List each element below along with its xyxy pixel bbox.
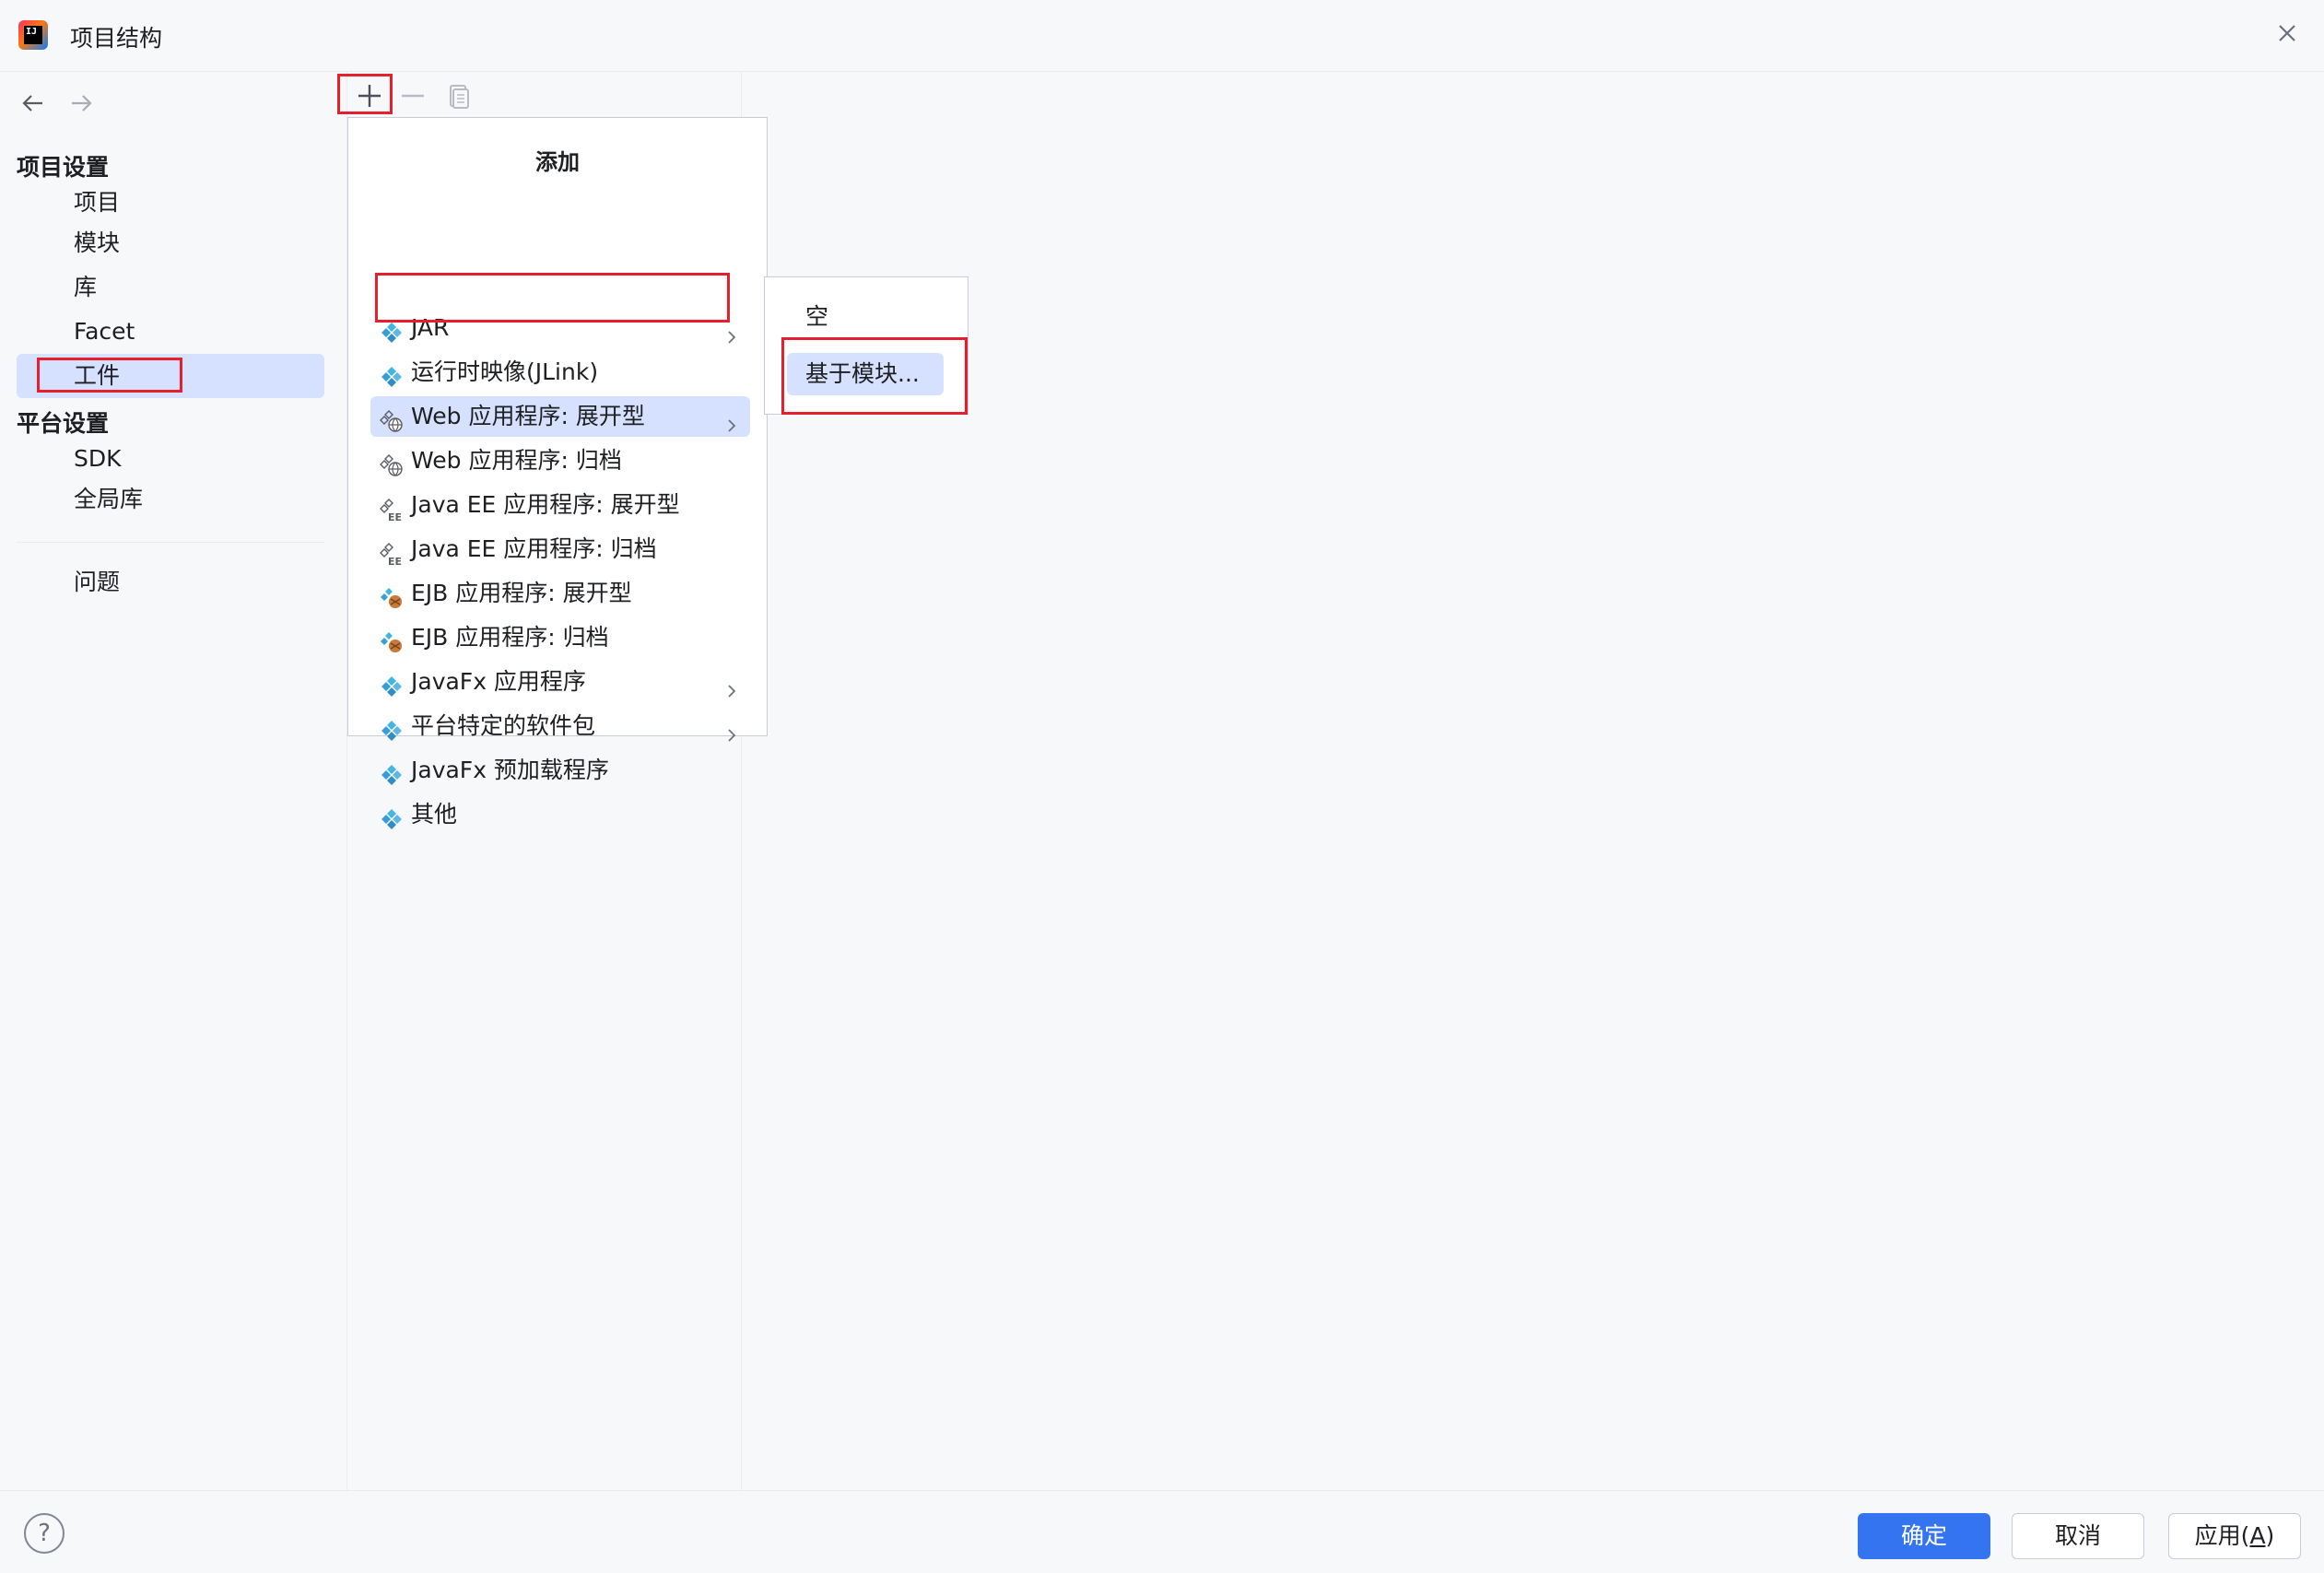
close-icon[interactable] (2269, 15, 2306, 52)
menu-item-javaee-archive[interactable]: EE Java EE 应用程序: 归档 (370, 529, 750, 569)
sidebar-item-libraries[interactable]: 库 (17, 265, 324, 310)
sidebar-item-problems[interactable]: 问题 (17, 560, 324, 605)
minus-icon[interactable] (393, 76, 433, 116)
menu-item-web-exploded[interactable]: Web 应用程序: 展开型 (370, 396, 750, 437)
help-button[interactable]: ? (24, 1513, 65, 1554)
add-artifact-popup: 添加 JAR 运行时映像(JLink) Web 应用程序: 展开型 Web 应用程序:… (347, 117, 768, 829)
javaee-artifact-icon: EE (380, 538, 404, 568)
menu-item-label: Java EE 应用程序: 归档 (411, 535, 657, 562)
artifact-icon (380, 804, 404, 829)
apply-mnemonic: A (2249, 1522, 2266, 1549)
sidebar-item-project[interactable]: 项目 (17, 181, 324, 225)
menu-item-label: EJB 应用程序: 展开型 (411, 580, 632, 606)
menu-item-javafx-preloader[interactable]: JavaFx 预加载程序 (370, 750, 750, 791)
menu-item-label: JavaFx 应用程序 (411, 668, 586, 695)
artifact-icon (380, 715, 404, 741)
sidebar-item-modules[interactable]: 模块 (17, 221, 324, 265)
intellij-logo-icon: IJ (18, 20, 48, 50)
title-bar: IJ 项目结构 (0, 0, 2324, 72)
chevron-right-icon (722, 717, 741, 742)
section-project-settings: 项目设置 (17, 154, 110, 181)
back-arrow-icon[interactable] (15, 85, 52, 122)
popup-title: 添加 (535, 149, 580, 175)
ejb-artifact-icon (380, 627, 404, 652)
web-artifact-icon (380, 405, 404, 432)
dialog-footer: ? 确定 取消 应用(A) (0, 1490, 2324, 1573)
menu-item-label: Web 应用程序: 展开型 (411, 403, 645, 429)
web-exploded-submenu: 空 基于模块... (764, 276, 968, 415)
chevron-right-icon (722, 319, 741, 344)
plus-icon[interactable] (349, 76, 390, 116)
apply-label-suffix: ) (2265, 1522, 2275, 1549)
ejb-artifact-icon (380, 582, 404, 608)
section-platform-settings: 平台设置 (17, 410, 110, 437)
window-title: 项目结构 (70, 25, 163, 52)
menu-item-ejb-archive[interactable]: EJB 应用程序: 归档 (370, 617, 750, 658)
menu-item-label: 其他 (411, 801, 458, 828)
menu-item-runtime-image[interactable]: 运行时映像(JLink) (370, 352, 750, 393)
chevron-right-icon (722, 407, 741, 432)
cancel-button[interactable]: 取消 (2012, 1513, 2144, 1559)
submenu-item-empty[interactable]: 空 (787, 296, 944, 338)
ok-button[interactable]: 确定 (1858, 1513, 1990, 1559)
copy-icon[interactable] (439, 76, 479, 116)
menu-item-javaee-exploded[interactable]: EE Java EE 应用程序: 展开型 (370, 485, 750, 525)
apply-label-prefix: 应用( (2194, 1522, 2250, 1549)
chevron-right-icon (722, 673, 741, 698)
menu-item-platform-package[interactable]: 平台特定的软件包 (370, 706, 750, 746)
apply-button[interactable]: 应用(A) (2168, 1513, 2301, 1559)
artifact-icon (380, 317, 404, 343)
menu-item-label: Web 应用程序: 归档 (411, 447, 622, 474)
javaee-artifact-icon: EE (380, 494, 404, 523)
artifact-icon (380, 759, 404, 785)
menu-item-javafx-application[interactable]: JavaFx 应用程序 (370, 662, 750, 702)
sidebar-item-sdk[interactable]: SDK (17, 437, 324, 481)
sidebar-item-facets[interactable]: Facet (17, 310, 324, 354)
menu-item-label: 运行时映像(JLink) (411, 358, 599, 385)
menu-item-ejb-exploded[interactable]: EJB 应用程序: 展开型 (370, 573, 750, 614)
menu-item-web-archive[interactable]: Web 应用程序: 归档 (370, 440, 750, 481)
svg-text:EE: EE (388, 556, 402, 566)
sidebar-item-artifacts[interactable]: 工件 (17, 354, 324, 398)
menu-item-label: Java EE 应用程序: 展开型 (411, 491, 680, 518)
menu-item-label: EJB 应用程序: 归档 (411, 624, 609, 651)
forward-arrow-icon[interactable] (63, 85, 100, 122)
menu-item-other[interactable]: 其他 (370, 794, 750, 835)
svg-text:EE: EE (388, 511, 402, 522)
menu-item-jar[interactable]: JAR (370, 308, 750, 348)
web-artifact-icon (380, 450, 404, 476)
menu-item-label: JavaFx 预加载程序 (411, 757, 609, 783)
menu-item-label: 平台特定的软件包 (411, 712, 596, 739)
artifact-icon (380, 361, 404, 387)
submenu-item-from-modules[interactable]: 基于模块... (787, 353, 944, 395)
artifact-icon (380, 671, 404, 697)
sidebar-divider (17, 542, 324, 543)
sidebar-item-global-libraries[interactable]: 全局库 (17, 477, 324, 522)
menu-item-label: JAR (411, 314, 450, 341)
